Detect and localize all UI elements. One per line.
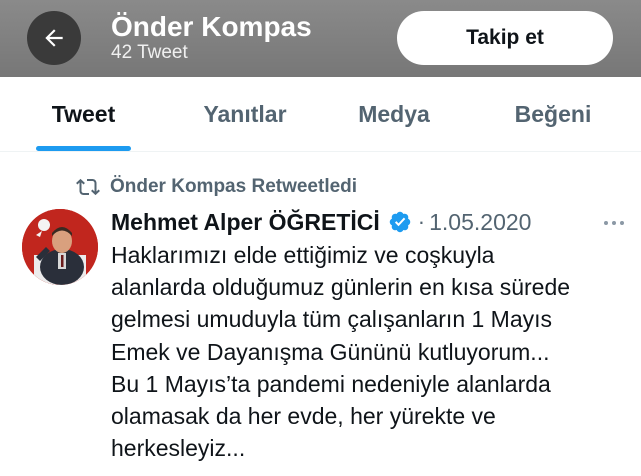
back-button[interactable] [27, 11, 81, 65]
tweet-text-line: gelmesi umuduyla tüm çalışanların 1 Mayı… [111, 306, 553, 333]
tweet-text-line: Bu 1 Mayıs’ta pandemi nedeniyle alanlard… [111, 370, 551, 397]
tweet-author-row: Mehmet Alper ÖĞRETİCİ · 1.05.2020 [111, 205, 621, 239]
follow-button[interactable]: Takip et [397, 11, 613, 65]
profile-tabs: Tweet Yanıtlar Medya Beğeni [0, 77, 641, 152]
tweet-date[interactable]: 1.05.2020 [429, 209, 531, 236]
tweet-count: 42 Tweet [111, 42, 188, 63]
author-name[interactable]: Mehmet Alper ÖĞRETİCİ [111, 209, 380, 236]
tweet-text: Haklarımızı elde ettiğimiz ve coşkuyla a… [111, 239, 621, 464]
tweet-text-line: olamasak da her evde, her yürekte ve [111, 403, 496, 430]
more-options-icon[interactable] [601, 213, 627, 233]
tab-media[interactable]: Medya [340, 77, 448, 151]
tab-replies[interactable]: Yanıtlar [182, 77, 308, 151]
retweet-context[interactable]: Önder Kompas Retweetledi [76, 174, 357, 200]
tweet-text-line: Haklarımızı elde ettiğimiz ve coşkuyla [111, 242, 495, 268]
tweet-text-line: alanlarda olduğumuz günlerin en kısa sür… [111, 274, 571, 301]
tab-tweets[interactable]: Tweet [36, 77, 131, 151]
verified-badge-icon [389, 211, 411, 233]
avatar[interactable] [22, 209, 98, 285]
profile-name: Önder Kompas [111, 11, 312, 42]
arrow-left-icon [45, 29, 63, 47]
active-tab-indicator [36, 146, 131, 151]
tweet-text-line: Emek ve Dayanışma Gününü kutluyorum... [111, 338, 550, 365]
retweet-label: Önder Kompas Retweetledi [110, 176, 358, 197]
profile-header: Önder Kompas 42 Tweet Takip et [0, 0, 641, 77]
retweet-icon [76, 178, 100, 196]
separator-dot: · [417, 209, 426, 234]
avatar-image [22, 209, 98, 285]
tab-likes[interactable]: Beğeni [496, 77, 610, 151]
tweet-text-line: herkesleyiz... [111, 435, 246, 462]
